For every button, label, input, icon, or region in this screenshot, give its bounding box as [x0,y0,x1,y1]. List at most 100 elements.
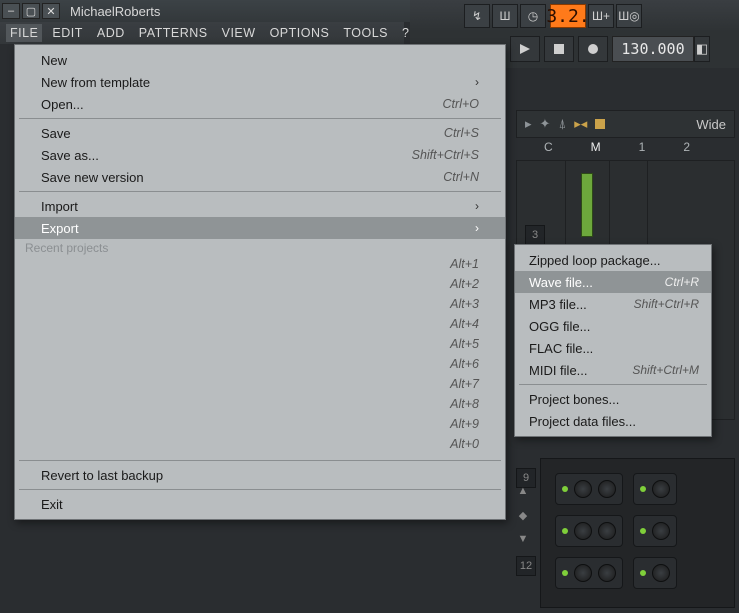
recent-slot[interactable]: Alt+1 [15,257,505,277]
menu-patterns[interactable]: PATTERNS [135,24,212,42]
menu-item-new-from-template[interactable]: New from template› [15,71,505,93]
export-submenu: Zipped loop package... Wave file...Ctrl+… [514,244,712,437]
device-rack [540,458,735,608]
minimize-button[interactable]: – [2,3,20,19]
menu-item-export[interactable]: Export› [15,217,505,239]
marker-icon[interactable] [595,119,605,129]
knob[interactable] [598,522,616,540]
led-icon [562,570,568,576]
device-module[interactable] [555,515,623,547]
recent-slot[interactable]: Alt+4 [15,317,505,337]
device-module[interactable] [555,557,623,589]
recent-slot[interactable]: Alt+3 [15,297,505,317]
clock-icon[interactable]: ◷ [520,4,546,28]
device-module[interactable] [633,557,677,589]
led-icon [640,528,646,534]
recent-slot[interactable]: Alt+2 [15,277,505,297]
menu-separator [19,191,501,192]
menu-item-open[interactable]: Open...Ctrl+O [15,93,505,115]
device-module[interactable] [633,515,677,547]
pattern-record-icon[interactable]: Ш◎ [616,4,642,28]
knob[interactable] [652,480,670,498]
stop-button[interactable] [544,36,574,62]
menu-item-import[interactable]: Import› [15,195,505,217]
window-title: MichaelRoberts [70,4,160,19]
menu-item-save-new-version[interactable]: Save new versionCtrl+N [15,166,505,188]
menu-separator [519,384,707,385]
recent-slot[interactable]: Alt+8 [15,397,505,417]
mixer-layout-label[interactable]: Wide [696,117,726,132]
export-ogg[interactable]: OGG file... [515,315,711,337]
triangle-up-icon[interactable]: ▲ [516,484,530,498]
toolbar-strip: ↯ Ш ◷ 3.2. Ш+ Ш◎ [410,0,739,32]
menu-options[interactable]: OPTIONS [266,24,334,42]
menu-separator [19,460,501,461]
export-midi[interactable]: MIDI file...Shift+Ctrl+M [515,359,711,381]
menu-add[interactable]: ADD [93,24,129,42]
menu-separator [19,489,501,490]
led-icon [562,528,568,534]
knob[interactable] [598,480,616,498]
led-icon [640,486,646,492]
triangle-down-icon[interactable]: ▼ [516,532,530,546]
pattern-icon[interactable]: Ш [492,4,518,28]
wave-icon[interactable]: ⍋ [558,116,566,132]
snap-icon[interactable]: ↯ [464,4,490,28]
recent-slot[interactable]: Alt+9 [15,417,505,437]
maximize-button[interactable]: ▢ [22,3,40,19]
record-button[interactable] [578,36,608,62]
device-module[interactable] [555,473,623,505]
diamond-icon[interactable]: ◆ [516,508,530,522]
knob[interactable] [574,522,592,540]
menu-item-exit[interactable]: Exit [15,493,505,515]
track-label-1: 1 [639,140,646,158]
chevron-right-icon: › [475,75,479,89]
menu-item-revert[interactable]: Revert to last backup [15,464,505,486]
recent-projects-header: Recent projects [15,239,505,257]
fx-slot-3[interactable]: 3 [525,225,545,245]
mixer-track-labels: C M 1 2 [516,140,735,158]
send-icon[interactable]: ✦ [540,116,551,132]
song-position-counter[interactable]: 3.2. [550,4,586,28]
menu-separator [19,118,501,119]
recent-slot[interactable]: Alt+0 [15,437,505,457]
skip-icon[interactable]: ▸◂ [574,116,587,132]
chevron-right-icon: › [475,199,479,213]
close-button[interactable]: ✕ [42,3,60,19]
knob[interactable] [652,564,670,582]
menu-tools[interactable]: TOOLS [339,24,392,42]
knob[interactable] [652,522,670,540]
menu-view[interactable]: VIEW [218,24,260,42]
export-zipped-loop[interactable]: Zipped loop package... [515,249,711,271]
level-meter [581,173,593,237]
menu-item-save-as[interactable]: Save as...Shift+Ctrl+S [15,144,505,166]
fx-slot-12[interactable]: 12 [516,556,536,576]
track-label-master: M [591,140,601,158]
export-project-bones[interactable]: Project bones... [515,388,711,410]
play-button[interactable] [510,36,540,62]
menu-item-save[interactable]: SaveCtrl+S [15,122,505,144]
transport-controls: 130.000 ◧ [510,36,714,62]
track-label-c: C [544,140,553,158]
side-arrow-controls: ▲ ◆ ▼ [516,458,534,546]
menu-item-new[interactable]: New [15,49,505,71]
knob[interactable] [574,480,592,498]
export-mp3[interactable]: MP3 file...Shift+Ctrl+R [515,293,711,315]
knob[interactable] [574,564,592,582]
chevron-right-icon[interactable]: ▸ [525,116,532,132]
led-icon [640,570,646,576]
device-module[interactable] [633,473,677,505]
pattern-plus-icon[interactable]: Ш+ [588,4,614,28]
export-wave[interactable]: Wave file...Ctrl+R [515,271,711,293]
file-menu-dropdown: New New from template› Open...Ctrl+O Sav… [14,44,506,520]
export-project-data-files[interactable]: Project data files... [515,410,711,432]
recent-slot[interactable]: Alt+5 [15,337,505,357]
menu-edit[interactable]: EDIT [48,24,86,42]
tempo-display[interactable]: 130.000 [612,36,694,62]
export-flac[interactable]: FLAC file... [515,337,711,359]
menu-file[interactable]: FILE [6,24,42,42]
tempo-toggle-icon[interactable]: ◧ [694,36,710,62]
recent-slot[interactable]: Alt+7 [15,377,505,397]
recent-slot[interactable]: Alt+6 [15,357,505,377]
knob[interactable] [598,564,616,582]
